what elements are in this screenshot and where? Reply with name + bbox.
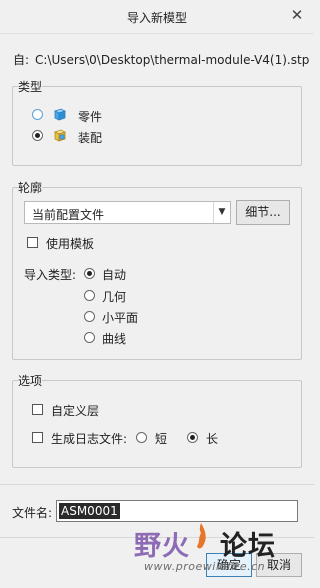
ok-button[interactable]: 确定 (206, 553, 252, 577)
profile-group-title: 轮廓 (18, 179, 43, 196)
filename-value: ASM0001 (59, 503, 120, 519)
type-assembly-label: 装配 (78, 131, 103, 145)
log-long-radio[interactable] (187, 432, 198, 443)
use-template-checkbox[interactable] (27, 237, 38, 248)
part-cube-icon (53, 108, 67, 121)
import-type-geometry-label: 几何 (102, 290, 127, 304)
cancel-button[interactable]: 取消 (256, 553, 302, 577)
options-group (12, 380, 302, 468)
type-part-radio[interactable] (32, 109, 43, 120)
close-icon[interactable]: ✕ (288, 6, 306, 24)
type-part-label: 零件 (78, 110, 103, 124)
custom-layer-checkbox[interactable] (32, 404, 43, 415)
dialog-titlebar: 导入新模型 ✕ (0, 0, 314, 34)
import-type-curve-label: 曲线 (102, 332, 127, 346)
divider (0, 484, 314, 485)
import-type-auto-label: 自动 (102, 268, 127, 282)
divider (0, 537, 314, 538)
details-button[interactable]: 细节... (236, 200, 290, 225)
assembly-cube-icon (53, 129, 67, 142)
import-type-auto-radio[interactable] (84, 268, 95, 279)
type-assembly-radio[interactable] (32, 130, 43, 141)
import-type-curve-radio[interactable] (84, 332, 95, 343)
custom-layer-label: 自定义层 (51, 404, 100, 418)
import-type-facet-radio[interactable] (84, 311, 95, 322)
log-file-checkbox[interactable] (32, 432, 43, 443)
type-group (12, 86, 302, 166)
log-short-label: 短 (155, 432, 168, 446)
source-path: C:\Users\0\Desktop\thermal-module-V4(1).… (35, 53, 310, 67)
import-type-label: 导入类型: (24, 268, 77, 282)
dialog-title: 导入新模型 (126, 11, 187, 25)
log-long-label: 长 (206, 432, 219, 446)
log-file-label: 生成日志文件: (51, 432, 128, 446)
watermark-text-1: 野火 (134, 531, 190, 562)
import-type-geometry-radio[interactable] (84, 290, 95, 301)
chevron-down-icon[interactable]: ▼ (213, 202, 230, 223)
options-group-title: 选项 (18, 372, 43, 389)
type-group-title: 类型 (18, 78, 43, 95)
source-path-row: 自: C:\Users\0\Desktop\thermal-module-V4(1… (13, 51, 309, 68)
use-template-label: 使用模板 (46, 237, 95, 251)
log-short-radio[interactable] (136, 432, 147, 443)
import-type-facet-label: 小平面 (102, 311, 139, 325)
profile-dropdown-value: 当前配置文件 (32, 208, 105, 222)
filename-label: 文件名: (12, 506, 53, 520)
source-label: 自: (13, 53, 30, 67)
filename-input[interactable]: ASM0001 (56, 500, 298, 522)
profile-dropdown[interactable]: 当前配置文件 ▼ (24, 201, 231, 224)
